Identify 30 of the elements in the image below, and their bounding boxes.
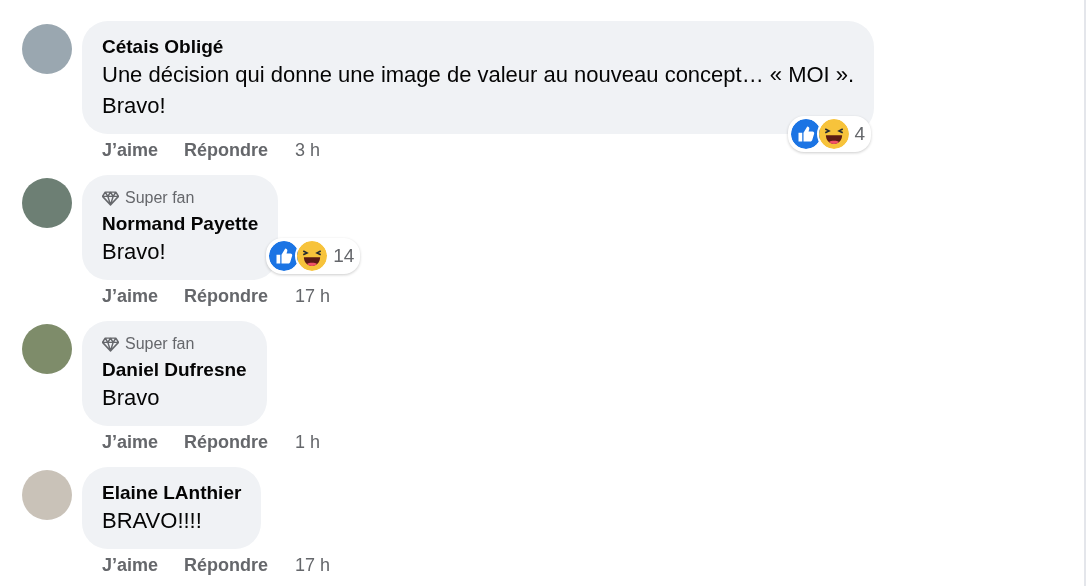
laughing-face-icon	[295, 239, 330, 273]
comment-time[interactable]: 1 h	[295, 431, 321, 453]
comment-time[interactable]: 17 h	[295, 285, 331, 307]
author-name[interactable]: Cétais Obligé	[102, 35, 855, 59]
author-name[interactable]: Elaine LAnthier	[102, 481, 242, 505]
comment-action-link[interactable]: Répondre	[184, 431, 269, 453]
comment-action-link[interactable]: J’aime	[102, 139, 159, 161]
fan-badge-label: Super fan	[125, 189, 195, 207]
comment-action-link[interactable]: Répondre	[184, 139, 269, 161]
comment-action-link[interactable]: Répondre	[184, 285, 269, 307]
avatar[interactable]	[22, 24, 72, 74]
author-name[interactable]: Daniel Dufresne	[102, 358, 247, 382]
comment-text: Bravo	[102, 384, 161, 412]
reaction-summary[interactable]: 4	[787, 116, 872, 152]
avatar[interactable]	[22, 178, 72, 228]
reaction-summary[interactable]: 14	[266, 238, 361, 274]
comment-time[interactable]: 3 h	[295, 139, 321, 161]
comment-action-link[interactable]: J’aime	[102, 431, 159, 453]
avatar[interactable]	[22, 324, 72, 374]
laughing-face-icon	[816, 117, 851, 151]
comment-text: Bravo!	[102, 238, 167, 266]
comment-time[interactable]: 17 h	[295, 554, 331, 576]
comment-action-link[interactable]: J’aime	[102, 554, 159, 576]
author-name[interactable]: Normand Payette	[102, 212, 259, 236]
comment-action-link[interactable]: Répondre	[184, 554, 269, 576]
diamond-icon	[102, 336, 119, 352]
diamond-icon	[102, 190, 119, 206]
comment-action-link[interactable]: J’aime	[102, 285, 159, 307]
fan-badge-label: Super fan	[125, 335, 195, 353]
comment-text: BRAVO!!!!	[102, 507, 203, 535]
